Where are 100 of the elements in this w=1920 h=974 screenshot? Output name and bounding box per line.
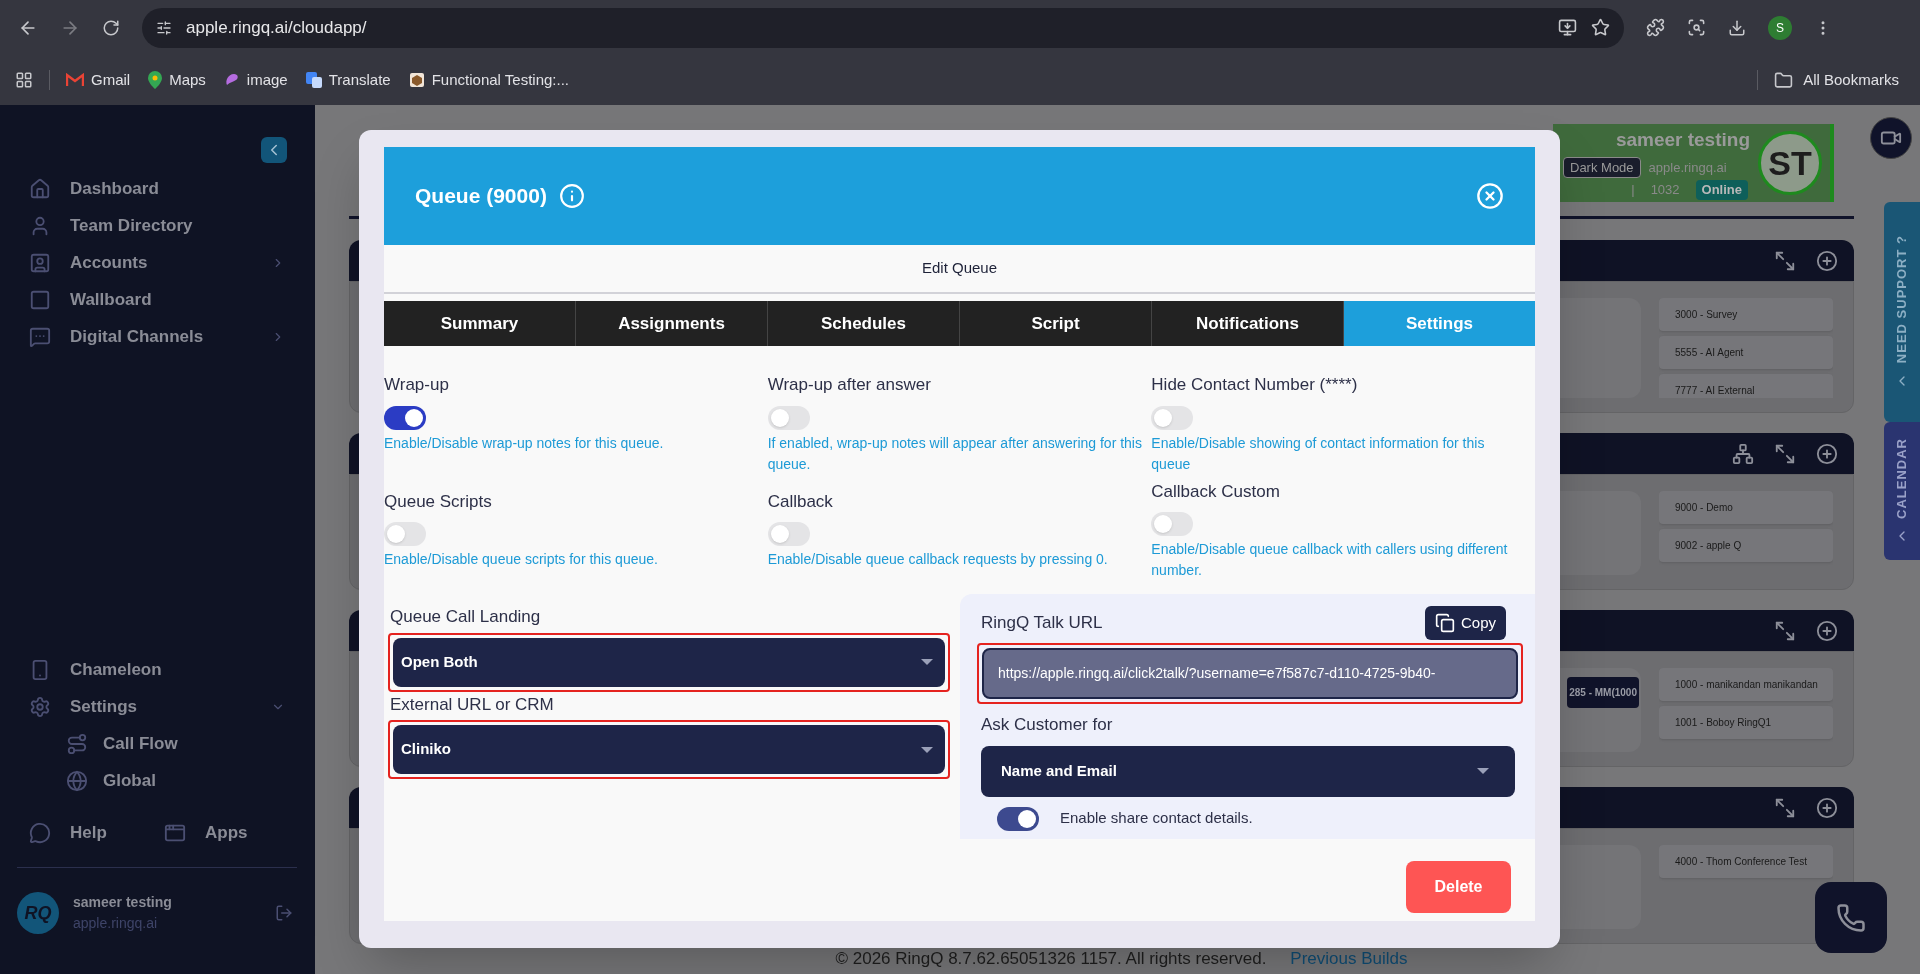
add-icon[interactable]	[1816, 796, 1838, 819]
sidebar-item[interactable]: Team Directory	[29, 214, 299, 238]
expand-icon[interactable]	[1774, 796, 1796, 819]
profile-avatar[interactable]: S	[1768, 15, 1792, 40]
caret-icon	[921, 659, 933, 665]
side-tab[interactable]: NEED SUPPORT ?	[1884, 202, 1920, 422]
tab[interactable]: Schedules	[768, 301, 959, 346]
screen-search-icon[interactable]	[1687, 18, 1706, 37]
field-label: External URL or CRM	[390, 693, 555, 716]
setting-label: Callback Custom	[1151, 480, 1281, 503]
profile-domain: apple.ringq.ai	[1648, 158, 1727, 177]
tab[interactable]: Script	[960, 301, 1151, 346]
select-field[interactable]: Open Both	[393, 637, 945, 687]
expand-icon[interactable]	[1774, 249, 1796, 272]
sidebar-item[interactable]: Chameleon	[29, 658, 299, 682]
field-label: Queue Call Landing	[390, 606, 542, 628]
profile-name: sameer testing	[1615, 128, 1750, 153]
install-icon[interactable]	[1558, 18, 1577, 37]
setting-description: Enable/Disable queue scripts for this queue.	[384, 550, 659, 569]
nav-icon	[29, 289, 51, 311]
add-icon[interactable]	[1816, 442, 1838, 465]
modal-title: Queue (9000)	[415, 183, 547, 210]
setting-description: Enable/Disable wrap-up notes for this queue.	[384, 433, 665, 453]
caret-icon	[921, 746, 933, 753]
select-field[interactable]: Cliniko	[393, 725, 945, 774]
copy-button[interactable]: Copy	[1424, 606, 1506, 640]
close-icon[interactable]	[1476, 182, 1504, 210]
toggle-switch[interactable]	[384, 522, 426, 546]
toggle-switch[interactable]	[1151, 512, 1194, 536]
extension-chip[interactable]: 285 - MM(1000	[1567, 677, 1639, 708]
tree-icon[interactable]	[1732, 442, 1754, 465]
site-info-icon[interactable]	[156, 19, 172, 36]
dark-mode-button[interactable]: Dark Mode	[1563, 156, 1641, 179]
nav-icon	[29, 252, 51, 274]
apps-icon[interactable]	[15, 71, 33, 89]
help-link[interactable]: Help	[29, 820, 164, 846]
bookmark-link[interactable]: Maps	[169, 68, 206, 92]
sidebar-subitem[interactable]: Global	[29, 769, 299, 793]
download-icon[interactable]	[1728, 18, 1746, 37]
all-bookmarks-link[interactable]: All Bookmarks	[1803, 68, 1899, 92]
setting-description: If enabled, wrap-up notes will appear after answering for this queue.	[767, 433, 1143, 474]
setting-label: Wrap-up	[384, 374, 450, 396]
setting-description: Enable/Disable queue callback requests by pressing 0.	[767, 550, 1109, 569]
sidebar-subitem[interactable]: Call Flow	[29, 732, 299, 756]
info-icon[interactable]	[558, 183, 585, 209]
toggle-switch[interactable]	[767, 405, 810, 430]
expand-icon[interactable]	[1774, 442, 1796, 465]
sidebar-item[interactable]: Dashboard	[29, 177, 299, 201]
folder-icon[interactable]	[1774, 70, 1794, 90]
sidebar-item[interactable]: Accounts	[29, 251, 299, 275]
bookmark-link[interactable]: Functional Testing:...	[431, 68, 569, 92]
user-domain: apple.ringq.ai	[73, 914, 159, 933]
toggle-switch[interactable]	[997, 806, 1039, 831]
tab[interactable]: Assignments	[576, 301, 767, 346]
queue-item[interactable]: 1001 - Boboy RingQ1	[1659, 706, 1833, 739]
sidebar-item[interactable]: Wallboard	[29, 288, 299, 312]
reload-icon[interactable]	[102, 18, 120, 37]
phone-button[interactable]	[1815, 882, 1887, 953]
delete-button[interactable]: Delete	[1406, 860, 1511, 913]
bookmark-link[interactable]: image	[246, 68, 288, 92]
add-icon[interactable]	[1816, 619, 1838, 642]
sidebar-item[interactable]: Digital Channels	[29, 325, 299, 349]
setting-description: Enable/Disable queue callback with callers using different number.	[1151, 540, 1509, 580]
expand-icon[interactable]	[1774, 619, 1796, 642]
extensions-icon[interactable]	[1646, 18, 1665, 37]
queue-item[interactable]: 9000 - Demo	[1659, 491, 1833, 524]
toggle-switch[interactable]	[384, 405, 426, 430]
queue-item[interactable]: 9002 - apple Q	[1659, 529, 1833, 562]
swirl-icon	[223, 72, 240, 88]
video-button[interactable]	[1870, 117, 1912, 159]
url-field[interactable]: https://apple.ringq.ai/click2talk/?username=e7f587c7-d110-4725-9b40-	[982, 648, 1518, 699]
tab[interactable]: Settings	[1344, 301, 1535, 346]
cube-icon	[408, 72, 425, 88]
side-tab[interactable]: CALENDAR	[1884, 422, 1920, 560]
queue-item[interactable]: 3000 - Survey	[1659, 298, 1833, 331]
apps-link[interactable]: Apps	[164, 820, 248, 846]
bookmark-link[interactable]: Translate	[328, 68, 391, 92]
profile-avatar: ST	[1758, 131, 1822, 195]
queue-item[interactable]: 5555 - AI Agent	[1659, 336, 1833, 369]
address-bar[interactable]: apple.ringq.ai/cloudapp/	[142, 7, 1624, 48]
setting-label: Callback	[767, 490, 834, 513]
field-label: Ask Customer for	[981, 714, 1114, 736]
chat-bubble-icon	[29, 822, 51, 844]
add-icon[interactable]	[1816, 249, 1838, 272]
sidebar-item[interactable]: Settings	[29, 695, 299, 719]
toggle-switch[interactable]	[1151, 405, 1194, 430]
tab[interactable]: Summary	[384, 301, 575, 346]
setting-description: Enable/Disable showing of contact information for this queue	[1151, 433, 1486, 474]
select-field[interactable]: Name and Email	[981, 745, 1515, 797]
bookmark-link[interactable]: Gmail	[91, 68, 131, 92]
queue-item[interactable]: 1000 - manikandan manikandan	[1659, 668, 1833, 701]
collapse-button[interactable]	[261, 137, 287, 163]
bookmark-star-icon[interactable]	[1591, 18, 1610, 37]
queue-item[interactable]: 7777 - AI External	[1659, 374, 1833, 398]
user-name: sameer testing	[73, 893, 173, 912]
setting-label: Hide Contact Number (****)	[1151, 374, 1359, 396]
toggle-switch[interactable]	[767, 522, 810, 546]
tab[interactable]: Notifications	[1152, 301, 1343, 346]
queue-item[interactable]: 4000 - Thom Conference Test	[1659, 845, 1833, 878]
mail-icon	[66, 73, 84, 87]
